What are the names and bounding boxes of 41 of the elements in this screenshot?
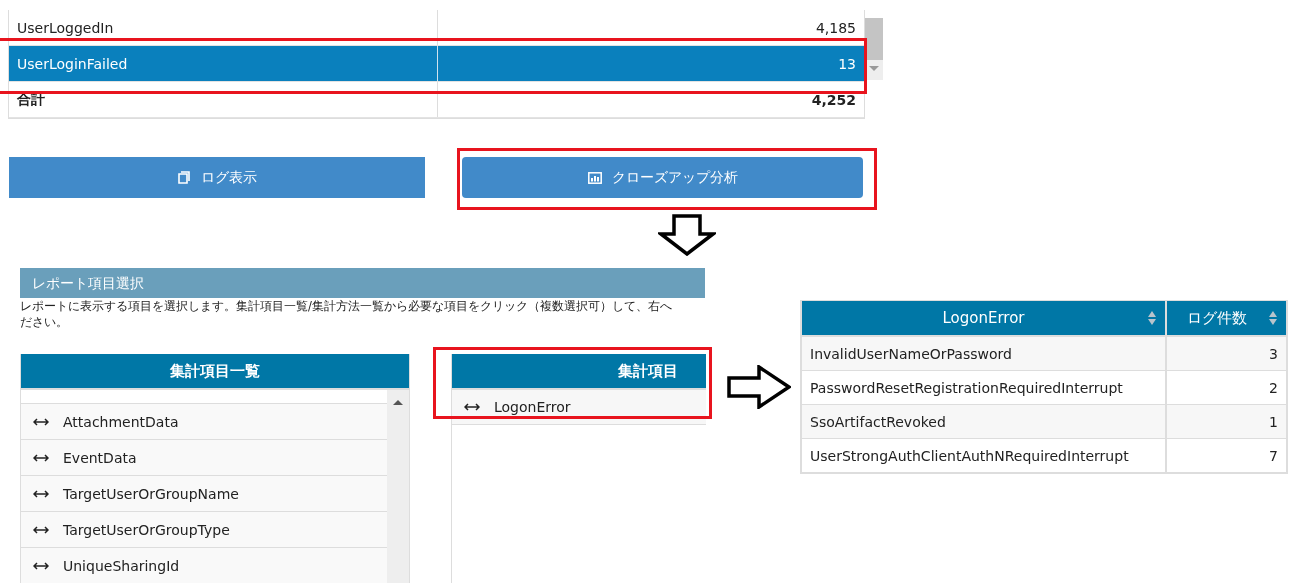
scrollbar[interactable] [387, 390, 409, 583]
panel-header: レポート項目選択 [20, 268, 705, 298]
sort-icon [1147, 310, 1157, 326]
total-value: 4,252 [810, 90, 857, 110]
swap-icon [464, 402, 480, 412]
description-text: ださい。 [20, 314, 69, 330]
chart-icon [587, 171, 602, 184]
table-cell: InvalidUserNameOrPassword [802, 335, 1167, 370]
table-cell: 2 [1167, 370, 1286, 404]
right-arrow [727, 365, 791, 409]
table-cell: 1 [1167, 404, 1286, 438]
list-item[interactable]: TargetUserOrGroupName [21, 476, 387, 512]
swap-icon [33, 452, 49, 463]
list-item[interactable]: EventData [21, 440, 387, 476]
column-header[interactable]: LogonError [802, 301, 1167, 335]
list-item[interactable]: AttachmentData [21, 404, 387, 440]
swap-icon [33, 560, 49, 571]
table-cell: UserLoggedIn [9, 10, 438, 45]
swap-icon [33, 416, 49, 427]
table-cell: 7 [1167, 438, 1286, 472]
down-arrow [658, 214, 716, 256]
sort-icon [1268, 310, 1278, 326]
action-button[interactable]: ログ表示 [9, 157, 425, 198]
pages-icon [177, 170, 191, 185]
table-row[interactable]: UserLoginFailed 13 [9, 46, 864, 82]
table-cell: 3 [1167, 335, 1286, 370]
table-cell: SsoArtifactRevoked [802, 404, 1167, 438]
panel-header: 集計項目 [452, 354, 706, 388]
list-item[interactable]: TargetUserOrGroupType [21, 512, 387, 548]
scrollbar[interactable] [865, 18, 883, 80]
table-cell: UserLoginFailed [9, 46, 438, 81]
action-button[interactable]: クローズアップ分析 [462, 157, 863, 198]
table-cell-text: 4,185 [814, 18, 857, 38]
description-text: レポートに表示する項目を選択します。集計項目一覧/集計方法一覧から必要な項目をクリック（複数選択可）して、右へ [20, 298, 673, 314]
swap-icon [33, 488, 49, 499]
list-item[interactable]: UniqueSharingId [21, 548, 387, 583]
swap-icon [33, 524, 49, 535]
column-header[interactable]: ログ件数 [1167, 301, 1286, 335]
table-cell-text: 13 [837, 54, 857, 74]
table-cell: UserStrongAuthClientAuthNRequiredInterrupt [802, 438, 1167, 472]
panel-header: 集計項目一覧 [21, 354, 409, 388]
